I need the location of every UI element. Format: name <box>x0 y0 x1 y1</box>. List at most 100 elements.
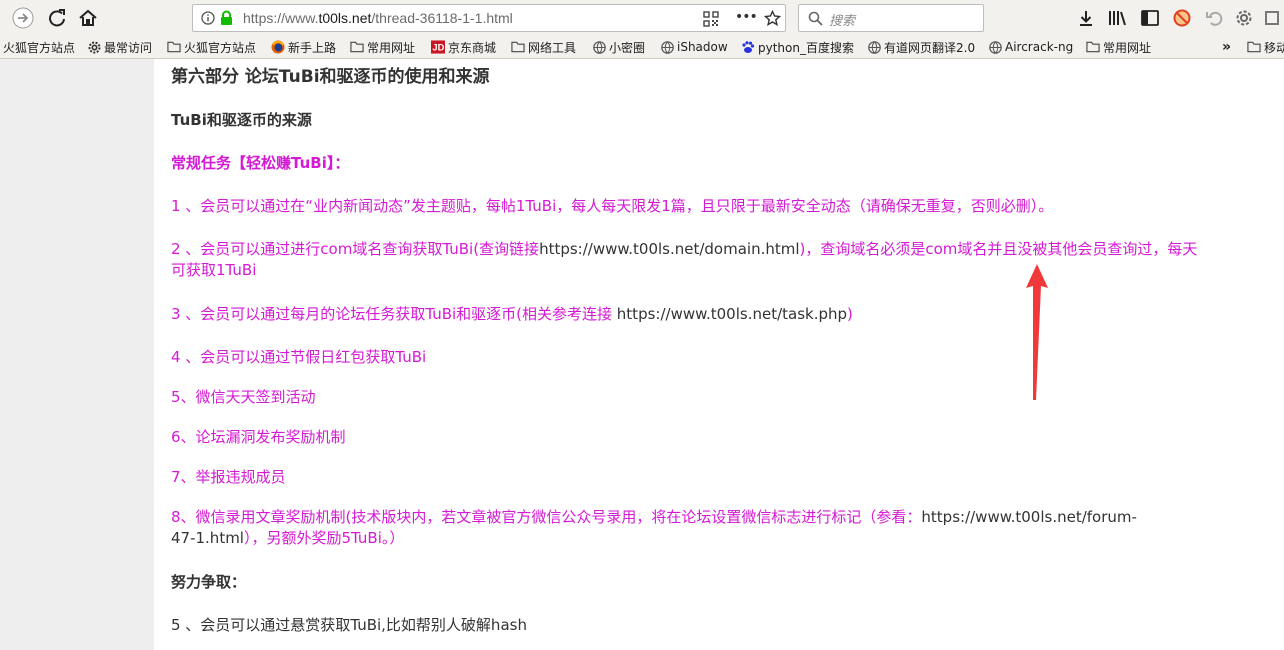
list-item: 5 、会员可以通过悬赏获取TuBi,比如帮别人破解hash <box>171 616 527 634</box>
bookmark-label: 小密圈 <box>609 40 646 55</box>
bookmark-item[interactable]: JD 京东商城 <box>431 38 496 56</box>
bookmark-folder[interactable]: 火狐官方站点 <box>167 38 256 56</box>
bookmark-item[interactable]: 小密圈 <box>592 38 645 56</box>
bookmark-item[interactable]: 火狐官方站点 <box>3 38 75 56</box>
folder-icon <box>167 40 181 54</box>
bookmark-label: Aircrack-ng <box>1005 40 1074 54</box>
reload-button[interactable] <box>44 5 70 31</box>
search-icon <box>808 11 823 26</box>
item-text: 3 、会员可以通过每月的论坛任务获取TuBi和驱逐币(相关参考连接 <box>171 305 617 323</box>
bookmark-label: 网络工具 <box>528 40 577 55</box>
list-item: 3 、会员可以通过每月的论坛任务获取TuBi和驱逐币(相关参考连接 https:… <box>171 304 853 324</box>
download-icon <box>1080 11 1092 26</box>
bookmarks-overflow-button[interactable]: » <box>1222 38 1231 56</box>
forum-link[interactable]: https://www.t00ls.net/forum- <box>921 508 1137 526</box>
bookmark-label: 移动 <box>1264 40 1284 55</box>
domain-query-link[interactable]: https://www.t00ls.net/domain.html <box>539 240 799 258</box>
extension-overflow-button[interactable] <box>1262 8 1282 28</box>
library-button[interactable] <box>1108 8 1128 28</box>
folder-icon <box>511 40 525 54</box>
item-text: ），另额外奖励5TuBi。） <box>243 529 405 547</box>
globe-icon <box>867 40 881 54</box>
bookmark-star-icon[interactable] <box>764 10 781 27</box>
lock-icon <box>221 10 232 25</box>
qr-code-icon[interactable] <box>703 11 719 27</box>
extension-icon <box>1265 11 1279 25</box>
forward-button[interactable] <box>10 5 36 31</box>
list-item-continuation: 47-1.html），另额外奖励5TuBi。） <box>171 528 404 548</box>
bookmark-label: iShadow <box>677 40 728 54</box>
folder-icon <box>1086 40 1100 54</box>
extension-button[interactable] <box>1172 8 1192 28</box>
bookmark-item[interactable]: 最常访问 <box>87 38 152 56</box>
library-icon <box>1109 11 1126 26</box>
settings-extension-button[interactable] <box>1234 8 1254 28</box>
downloads-button[interactable] <box>1076 8 1096 28</box>
gear-icon <box>87 40 101 54</box>
info-icon[interactable] <box>201 11 215 25</box>
list-item: 6、论坛漏洞发布奖励机制 <box>171 428 346 446</box>
bookmark-folder[interactable]: 移动 <box>1247 38 1284 56</box>
search-placeholder: 搜索 <box>829 14 856 29</box>
svg-text:JD: JD <box>432 43 444 53</box>
bookmark-folder[interactable]: 网络工具 <box>511 38 576 56</box>
forward-icon <box>12 7 34 29</box>
left-margin <box>0 59 154 650</box>
folder-icon <box>350 40 364 54</box>
bookmark-label: 火狐官方站点 <box>3 40 76 55</box>
bookmark-label: 常用网址 <box>1103 40 1152 55</box>
search-bar[interactable]: 搜索 <box>798 4 984 32</box>
sidebar-icon <box>1141 10 1159 26</box>
list-item: 7、举报违规成员 <box>171 468 286 486</box>
bookmark-folder[interactable]: 常用网址 <box>350 38 415 56</box>
regular-tasks-title: 常规任务【轻松赚TuBi】： <box>171 154 350 172</box>
bookmark-item[interactable]: Aircrack-ng <box>988 38 1073 56</box>
bookmark-item[interactable]: python_百度搜索 <box>741 38 854 56</box>
item-text: )，查询域名必须是com域名并且没被其他会员查询过，每天 <box>799 240 1198 258</box>
list-item: 5、微信天天签到活动 <box>171 388 316 406</box>
bookmark-label: 有道网页翻译2.0 <box>884 40 976 55</box>
jd-icon: JD <box>431 40 445 54</box>
url-bar[interactable]: https://www.t00ls.net/thread-36118-1-1.h… <box>192 4 786 32</box>
bookmark-label: 最常访问 <box>104 40 153 55</box>
list-item: 1 、会员可以通过在“业内新闻动态”发主题贴，每帖1TuBi，每人每天限发1篇，… <box>171 197 1054 215</box>
task-link[interactable]: https://www.t00ls.net/task.php <box>617 305 847 323</box>
item-text: 8、微信录用文章奖励机制(技术版块内，若文章被官方微信公众号录用，将在论坛设置微… <box>171 508 922 526</box>
bookmark-label: python_百度搜索 <box>758 40 854 55</box>
list-item: 2 、会员可以通过进行com域名查询获取TuBi(查询链接https://www… <box>171 239 1197 259</box>
gear-icon <box>1236 10 1252 26</box>
bookmark-label: 京东商城 <box>448 40 497 55</box>
bookmark-label: 新手上路 <box>288 40 337 55</box>
globe-icon <box>988 40 1002 54</box>
bookmark-label: 常用网址 <box>367 40 416 55</box>
section-heading: 第六部分 论坛TuBi和驱逐币的使用和来源 <box>171 67 490 87</box>
url-text[interactable]: https://www.t00ls.net/thread-36118-1-1.h… <box>243 10 513 26</box>
undo-extension-button[interactable] <box>1204 8 1224 28</box>
article-content: 第六部分 论坛TuBi和驱逐币的使用和来源 TuBi和驱逐币的来源 常规任务【轻… <box>154 59 1284 650</box>
home-button[interactable] <box>75 5 101 31</box>
block-icon <box>1173 9 1191 27</box>
bookmark-folder[interactable]: 常用网址 <box>1086 38 1151 56</box>
undo-icon <box>1206 11 1223 26</box>
bookmark-item[interactable]: iShadow <box>660 38 728 56</box>
folder-icon <box>1247 40 1261 54</box>
firefox-icon <box>271 40 285 54</box>
item-text: ) <box>847 305 853 323</box>
list-item: 8、微信录用文章奖励机制(技术版块内，若文章被官方微信公众号录用，将在论坛设置微… <box>171 507 1137 527</box>
annotation-arrow <box>1026 264 1048 400</box>
globe-icon <box>592 40 606 54</box>
bookmarks-bar: 火狐官方站点 最常访问 火狐官方站点 新手上路 常用网址 JD 京东商城 网络工… <box>0 36 1284 59</box>
bookmark-item[interactable]: 有道网页翻译2.0 <box>867 38 975 56</box>
bookmark-item[interactable]: 新手上路 <box>271 38 336 56</box>
list-item-continuation: 可获取1TuBi <box>171 261 257 279</box>
baidu-icon <box>741 40 755 54</box>
effort-title: 努力争取： <box>171 573 247 591</box>
reload-icon <box>49 9 65 27</box>
page-actions-button[interactable]: ••• <box>735 9 758 25</box>
forum-link-cont[interactable]: 47-1.html <box>171 529 244 547</box>
browser-toolbar: https://www.t00ls.net/thread-36118-1-1.h… <box>0 0 1284 36</box>
double-chevron-icon: » <box>1222 39 1232 55</box>
sidebar-button[interactable] <box>1140 8 1160 28</box>
item-text: 2 、会员可以通过进行com域名查询获取TuBi(查询链接 <box>171 240 540 258</box>
list-item: 4 、会员可以通过节假日红包获取TuBi <box>171 348 427 366</box>
